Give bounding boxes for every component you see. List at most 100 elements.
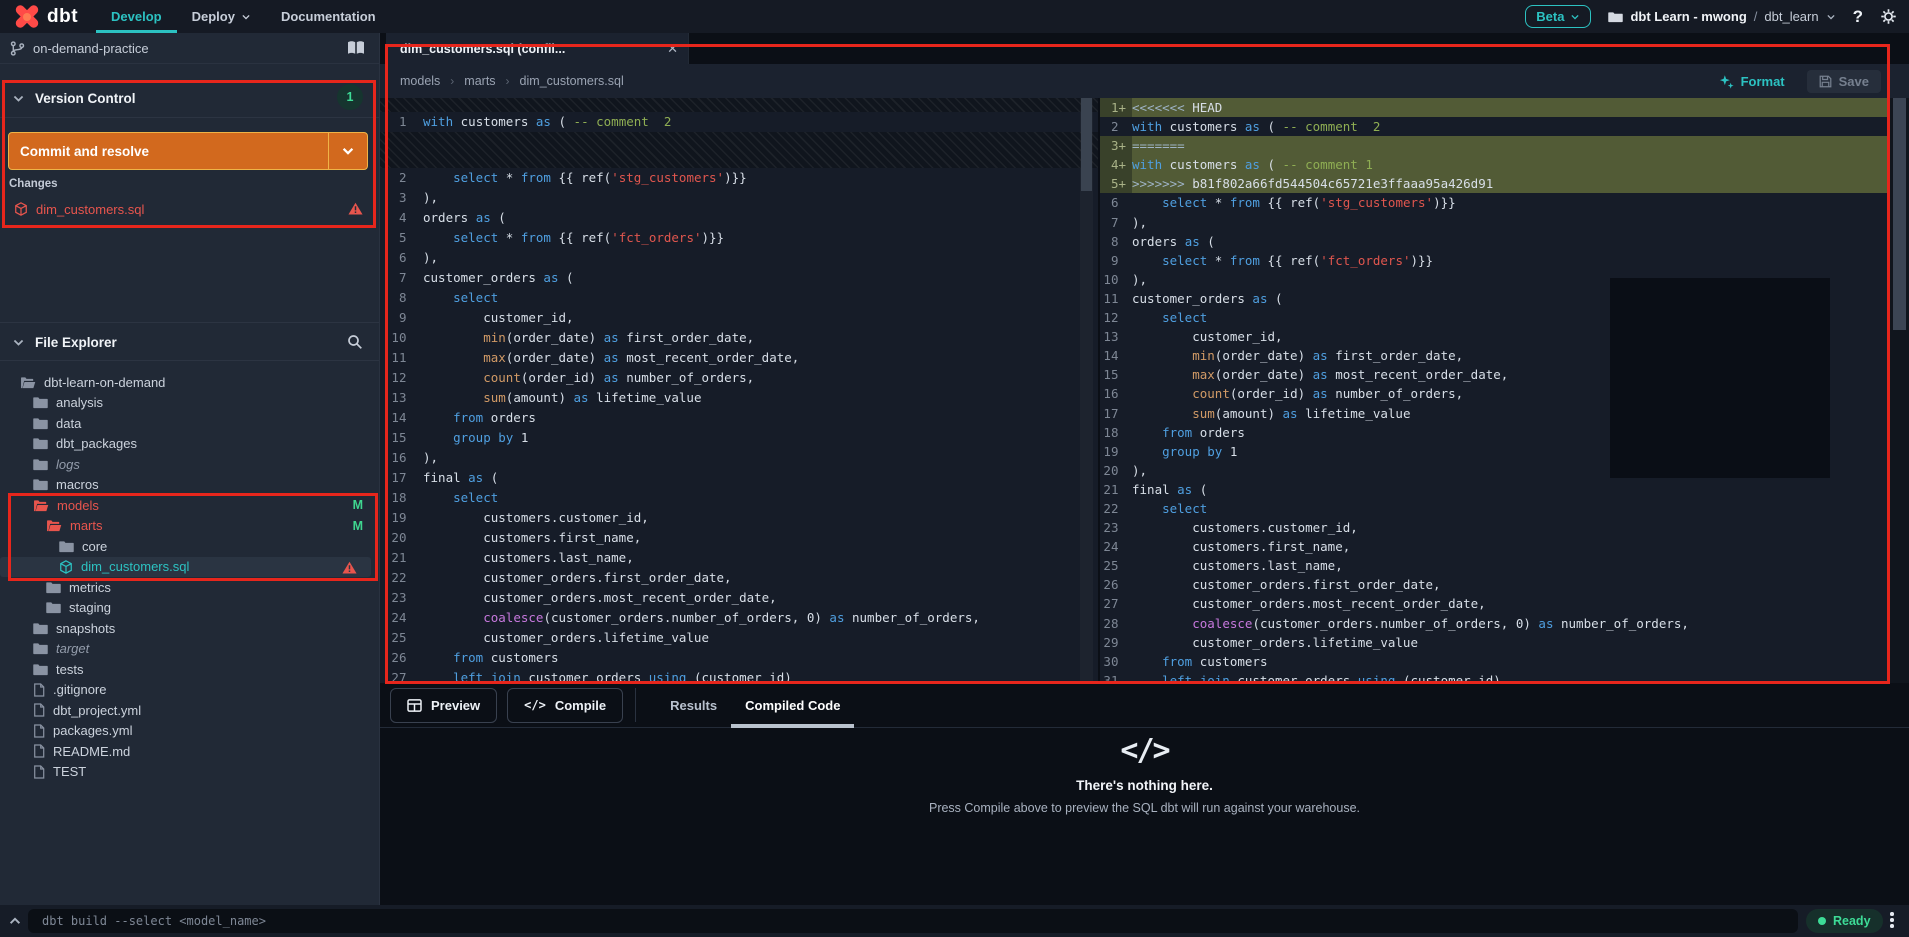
line-content: select * from {{ ref('stg_customers')}} [1132,195,1456,211]
beta-badge[interactable]: Beta [1525,5,1592,28]
tree-item-metrics[interactable]: metrics [0,577,379,598]
line-number: 6 [1103,195,1126,211]
folder-icon [46,581,61,594]
save-button[interactable]: Save [1806,69,1881,93]
scrollbar-thumb[interactable] [1081,98,1092,191]
tree-item-logs[interactable]: logs [0,454,379,475]
command-input[interactable]: dbt build --select <model_name> [28,909,1798,933]
tree-item-core[interactable]: core [0,536,379,557]
code-line: 11 max(order_date) as most_recent_order_… [380,348,1098,368]
tree-item-label: analysis [56,395,103,411]
tree-item-models[interactable]: models M [0,495,379,516]
editor-pane-current[interactable]: 1 with customers as ( -- comment 2 2 sel… [380,98,1098,683]
file-tree: dbt-learn-on-demand analysis data dbt_packa… [0,372,379,782]
line-number: 21 [391,550,414,565]
format-button[interactable]: Format [1719,74,1785,89]
line-number: 7 [391,270,414,285]
tree-item--gitignore[interactable]: .gitignore [0,680,379,701]
line-content: select * from {{ ref('stg_customers')}} [423,170,747,185]
code-line: 4+ with customers as ( -- comment 1 [1100,155,1890,175]
changed-file-row[interactable]: dim_customers.sql [0,198,379,220]
line-number: 7 [1103,214,1126,230]
save-floppy-icon [1819,75,1832,87]
tab-close-icon[interactable]: ✕ [667,41,678,57]
code-line: 24 customers.first_name, [1100,537,1890,556]
dbt-logo[interactable]: dbt [0,0,96,33]
chevron-up-icon[interactable] [8,914,22,928]
line-number: 9 [1103,252,1126,268]
line-number: 26 [391,650,414,665]
tree-item-analysis[interactable]: analysis [0,393,379,414]
account-selector[interactable]: dbt Learn - mwong / dbt_learn [1608,9,1835,24]
folder-icon [59,540,74,553]
folder-open-icon [33,499,49,512]
line-content: coalesce(customer_orders.number_of_order… [1192,615,1689,631]
tree-item-readme-md[interactable]: README.md [0,741,379,762]
search-icon[interactable] [347,334,363,350]
tree-item-target[interactable]: target [0,639,379,660]
dark-overlay [1610,278,1830,478]
code-line: 17 final as ( [380,468,1098,488]
code-line: 29 customer_orders.lifetime_value [1100,633,1890,652]
version-control-header[interactable]: Version Control 1 [0,84,379,112]
scrollbar-thumb[interactable] [1893,98,1906,330]
code-line: 26 customer_orders.first_order_date, [1100,575,1890,594]
tab-label: dim_customers.sql (confli... [400,41,566,56]
ready-dot-icon [1818,917,1826,925]
code-line: 24 coalesce(customer_orders.number_of_or… [380,608,1098,628]
left-pane-scrollbar[interactable] [1080,98,1093,683]
tree-item-staging[interactable]: staging [0,598,379,619]
compiled-code-tab-label: Compiled Code [745,697,841,713]
tree-item-snapshots[interactable]: snapshots [0,618,379,639]
docs-book-icon[interactable] [347,40,365,56]
tab-compiled-code[interactable]: Compiled Code [731,683,855,728]
tree-item-dbt-project-yml[interactable]: dbt_project.yml [0,700,379,721]
modified-badge: M [352,518,363,533]
code-line: 30 from customers [1100,652,1890,671]
code-line: 5 select * from {{ ref('fct_orders')}} [380,228,1098,248]
nav-develop[interactable]: Develop [96,0,177,33]
folder-icon [33,663,48,676]
folder-icon [33,478,48,491]
compile-button[interactable]: </> Compile [507,687,624,723]
tab-results[interactable]: Results [656,683,731,728]
tree-item-test[interactable]: TEST [0,762,379,783]
nav-documentation[interactable]: Documentation [266,0,391,33]
breadcrumb-separator: › [450,74,455,88]
tree-item-dbt-learn-on-demand[interactable]: dbt-learn-on-demand [0,372,379,393]
tab-dim-customers[interactable]: dim_customers.sql (confli... ✕ [386,33,689,64]
line-number: 4 [391,210,414,225]
commit-and-resolve-button[interactable]: Commit and resolve [8,132,368,170]
preview-button[interactable]: Preview [390,687,498,723]
editor-scrollbar[interactable] [1890,98,1909,683]
chevron-down-icon [1826,14,1835,20]
commit-button-label[interactable]: Commit and resolve [9,133,328,169]
line-content: orders as ( [423,210,506,225]
tree-item-dbt-packages[interactable]: dbt_packages [0,434,379,455]
file-explorer-header[interactable]: File Explorer [0,325,379,359]
breadcrumb-marts[interactable]: marts [464,74,495,88]
tree-item-tests[interactable]: tests [0,659,379,680]
tree-item-macros[interactable]: macros [0,475,379,496]
tree-item-label: tests [56,661,84,677]
commit-dropdown-button[interactable] [328,133,367,169]
kebab-menu-icon[interactable] [1886,912,1898,930]
breadcrumb-models[interactable]: models [400,74,440,88]
code-line: 23 customers.customer_id, [1100,518,1890,537]
code-line: 14 from orders [380,408,1098,428]
help-button[interactable]: ? [1853,7,1863,27]
line-number: 19 [1103,443,1126,459]
tree-item-dim-customers-sql[interactable]: dim_customers.sql [0,556,371,577]
tree-item-packages-yml[interactable]: packages.yml [0,721,379,742]
code-line: 6 select * from {{ ref('stg_customers')}… [1100,193,1890,212]
line-number: 12 [391,370,414,385]
version-control-title: Version Control [35,90,136,106]
gear-icon[interactable] [1880,8,1897,25]
nav-documentation-label: Documentation [280,9,376,24]
branch-name[interactable]: on-demand-practice [33,41,149,56]
nav-deploy[interactable]: Deploy [177,0,266,33]
tree-item-marts[interactable]: marts M [0,516,379,537]
tree-item-data[interactable]: data [0,413,379,434]
line-number: 2 [391,170,414,185]
breadcrumb-file[interactable]: dim_customers.sql [520,74,624,88]
